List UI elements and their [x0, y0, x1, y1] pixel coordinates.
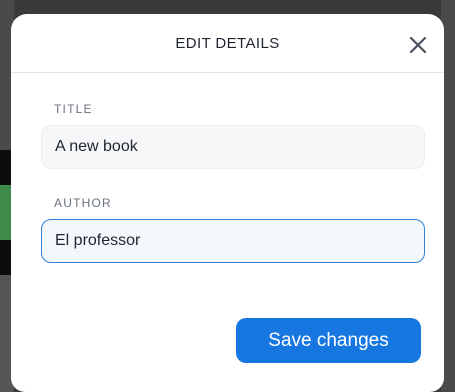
- dialog-title: EDIT DETAILS: [175, 35, 280, 52]
- close-icon: [409, 36, 427, 54]
- save-changes-button[interactable]: Save changes: [236, 318, 421, 363]
- title-label: TITLE: [54, 102, 93, 116]
- title-input[interactable]: [41, 125, 425, 169]
- author-input[interactable]: [41, 219, 425, 263]
- edit-details-dialog: EDIT DETAILS TITLE AUTHOR Save changes: [11, 14, 444, 392]
- dialog-header: EDIT DETAILS: [11, 14, 444, 73]
- close-button[interactable]: [404, 31, 432, 59]
- author-label: AUTHOR: [54, 196, 112, 210]
